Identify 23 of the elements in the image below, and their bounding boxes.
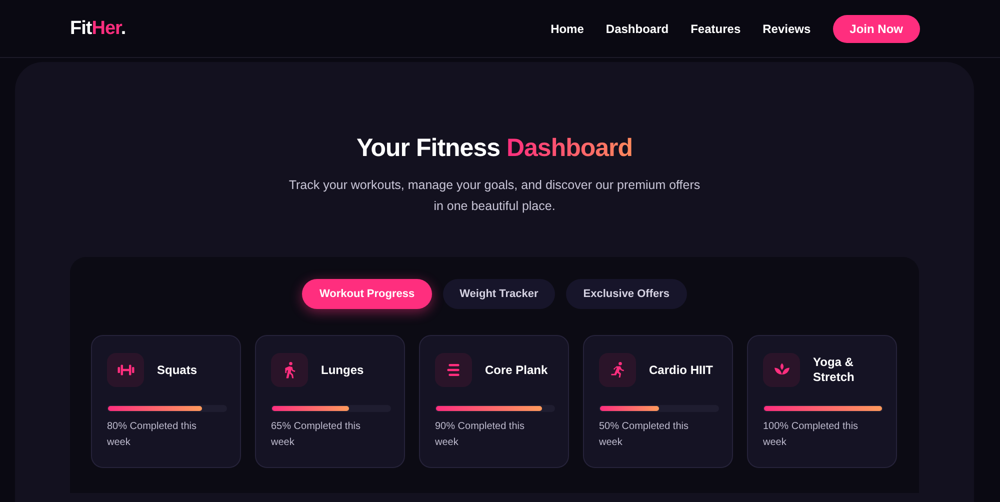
- workout-name: Lunges: [321, 362, 364, 378]
- progress-caption: 100% Completed this week: [763, 420, 860, 450]
- workout-name: Core Plank: [485, 362, 548, 378]
- bars-icon: [444, 361, 462, 379]
- progress-caption: 50% Completed this week: [599, 420, 690, 450]
- nav-link[interactable]: Features: [690, 22, 741, 36]
- page-title: Your Fitness Dashboard: [355, 134, 634, 163]
- tab[interactable]: Weight Tracker: [442, 279, 556, 309]
- workout-name: Cardio HIIT: [649, 362, 714, 378]
- progress-caption: 80% Completed this week: [107, 420, 198, 450]
- tab[interactable]: Workout Progress: [302, 279, 432, 309]
- join-button[interactable]: Join Now: [832, 14, 920, 42]
- workout-name: Yoga & Stretch: [813, 355, 856, 385]
- page-subtitle: Track your workouts, manage your goals, and discover our premium offers in one beautiful place.: [288, 177, 702, 215]
- logo[interactable]: FitHer.: [70, 18, 126, 40]
- tab[interactable]: Exclusive Offers: [566, 279, 687, 309]
- workout-name: Squats: [157, 362, 198, 378]
- progress-caption: 65% Completed this week: [271, 420, 362, 450]
- progress-caption: 90% Completed this week: [435, 420, 526, 450]
- running-figure-icon: [608, 361, 626, 379]
- nav-link[interactable]: Dashboard: [606, 22, 669, 36]
- nav-link[interactable]: Reviews: [762, 22, 811, 36]
- nav-link[interactable]: Home: [550, 22, 584, 36]
